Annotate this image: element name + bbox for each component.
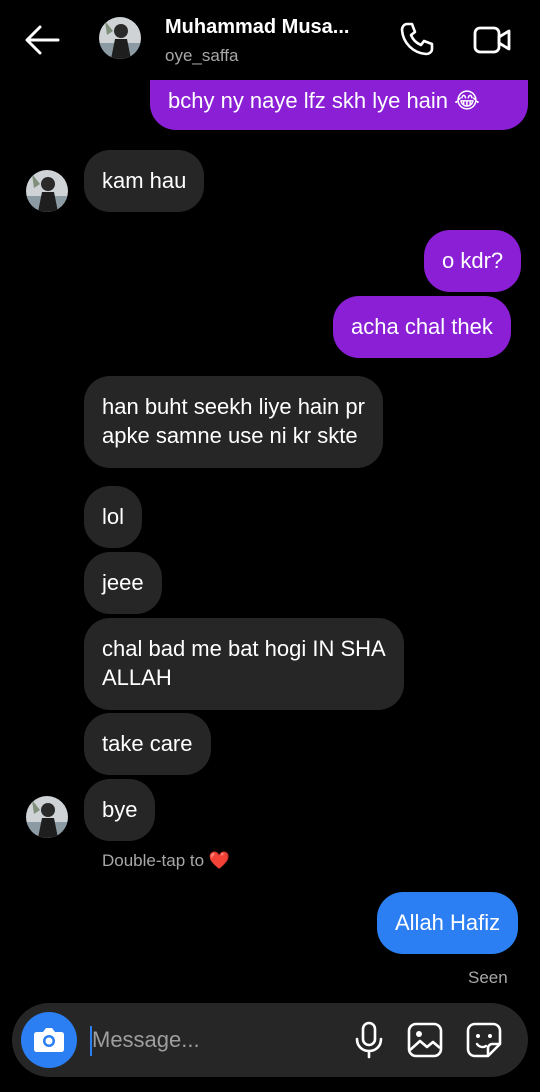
back-arrow-icon[interactable] xyxy=(22,22,62,58)
camera-icon xyxy=(34,1028,64,1052)
seen-status: Seen xyxy=(468,968,508,987)
received-message[interactable]: han buht seekh liye hain pr apke samne u… xyxy=(84,376,383,468)
message-text: Allah Hafiz xyxy=(395,910,501,935)
message-text: jeee xyxy=(102,570,144,595)
message-text-line: ALLAH xyxy=(102,665,172,690)
message-text: take care xyxy=(102,731,193,756)
received-message[interactable]: kam hau xyxy=(84,150,205,212)
message-text-line: han buht seekh liye hain pr xyxy=(102,394,365,419)
message-text: bye xyxy=(102,797,138,822)
message-text: bchy ny naye lfz skh lye hain 😂 xyxy=(168,88,480,113)
message-text: lol xyxy=(102,504,125,529)
contact-name[interactable]: Muhammad Musa... xyxy=(165,16,365,39)
message-text-line: apke samne use ni kr skte xyxy=(102,423,358,448)
avatar[interactable] xyxy=(26,170,68,212)
sent-message[interactable]: o kdr? xyxy=(424,230,522,292)
chat-header: Muhammad Musa... oye_saffa xyxy=(0,0,540,80)
double-tap-hint: Double-tap to ❤️ xyxy=(102,851,230,871)
received-message[interactable]: chal bad me bat hogi IN SHA ALLAH xyxy=(84,618,404,710)
double-tap-text: Double-tap to xyxy=(102,851,205,870)
message-composer xyxy=(12,1003,528,1077)
avatar[interactable] xyxy=(99,17,141,59)
gallery-icon[interactable] xyxy=(405,1020,445,1060)
message-text: acha chal thek xyxy=(351,314,493,339)
sent-message[interactable]: Allah Hafiz xyxy=(377,892,519,954)
avatar[interactable] xyxy=(26,796,68,838)
video-call-icon[interactable] xyxy=(472,22,512,58)
message-text: kam hau xyxy=(102,168,187,193)
sent-message[interactable]: acha chal thek xyxy=(333,296,511,358)
received-message[interactable]: jeee xyxy=(84,552,162,614)
received-message[interactable]: take care xyxy=(84,713,211,775)
message-text-line: chal bad me bat hogi IN SHA xyxy=(102,636,386,661)
camera-button[interactable] xyxy=(21,1012,77,1068)
message-text: o kdr? xyxy=(442,248,504,273)
received-message[interactable]: bye xyxy=(84,779,156,841)
sticker-icon[interactable] xyxy=(464,1020,504,1060)
phone-icon[interactable] xyxy=(398,20,436,58)
microphone-icon[interactable] xyxy=(350,1020,388,1060)
received-message[interactable]: lol xyxy=(84,486,143,548)
message-input[interactable] xyxy=(92,1021,332,1059)
contact-username[interactable]: oye_saffa xyxy=(165,46,238,66)
heart-icon: ❤️ xyxy=(208,851,230,870)
sent-message[interactable]: bchy ny naye lfz skh lye hain 😂 xyxy=(150,80,528,130)
